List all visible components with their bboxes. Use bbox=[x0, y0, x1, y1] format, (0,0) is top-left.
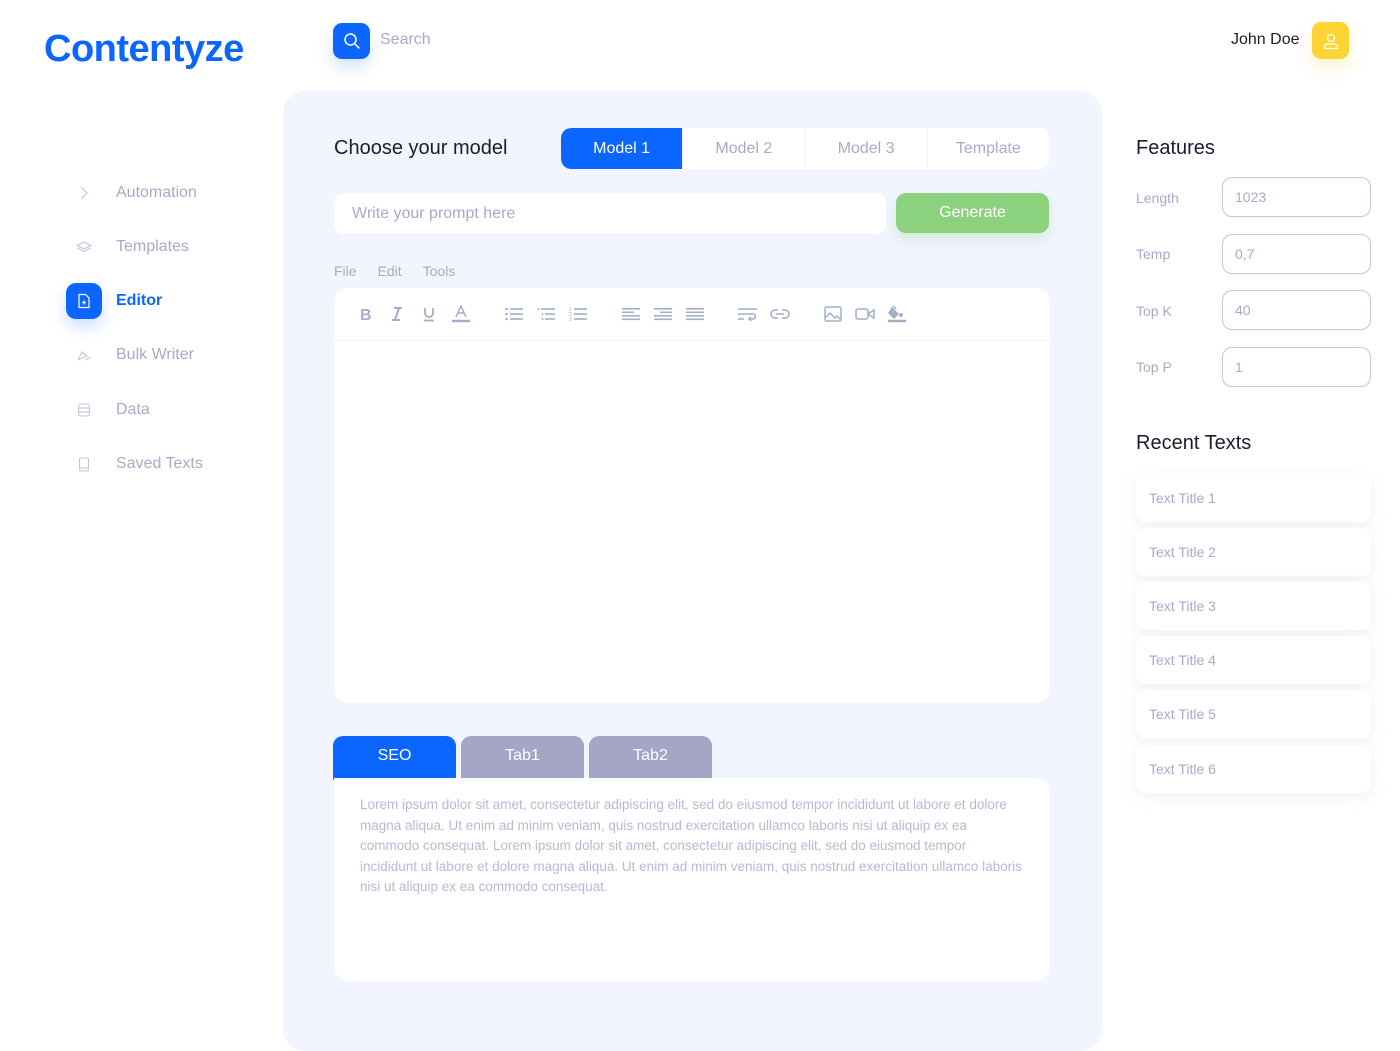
temp-input[interactable] bbox=[1222, 234, 1371, 274]
top-p-input[interactable] bbox=[1222, 347, 1371, 387]
pen-icon bbox=[77, 351, 92, 361]
search-button[interactable] bbox=[333, 23, 370, 59]
underline-icon bbox=[424, 308, 434, 322]
bullet-list-icon bbox=[505, 307, 523, 321]
text-wrap-icon bbox=[738, 308, 757, 321]
tab-tab1[interactable]: Tab1 bbox=[461, 736, 584, 780]
link-icon bbox=[770, 309, 790, 319]
sidebar-item-saved-texts[interactable]: Saved Texts bbox=[66, 446, 203, 482]
italic-icon bbox=[392, 307, 402, 321]
editor-menu-bar: File Edit Tools bbox=[334, 263, 455, 279]
top-k-label: Top K bbox=[1136, 303, 1172, 319]
underline-button[interactable] bbox=[413, 300, 445, 328]
tab-seo[interactable]: SEO bbox=[333, 736, 456, 780]
sidebar-item-label: Saved Texts bbox=[116, 455, 203, 472]
align-left-icon bbox=[622, 308, 640, 321]
user-name: John Doe bbox=[1231, 31, 1300, 48]
numbered-list-icon: 123 bbox=[569, 307, 587, 322]
tab-model-2[interactable]: Model 2 bbox=[683, 128, 806, 169]
seo-text: Lorem ipsum dolor sit amet, consectetur … bbox=[360, 797, 1022, 895]
choose-model-title: Choose your model bbox=[334, 137, 508, 159]
image-icon bbox=[824, 306, 842, 322]
indent-list-button[interactable] bbox=[530, 300, 562, 328]
sidebar-item-templates[interactable]: Templates bbox=[66, 229, 189, 265]
svg-text:B: B bbox=[360, 307, 372, 322]
seo-panel: Lorem ipsum dolor sit amet, consectetur … bbox=[334, 778, 1050, 981]
avatar[interactable] bbox=[1312, 22, 1349, 59]
sidebar-item-automation[interactable]: Automation bbox=[66, 175, 197, 211]
model-tabs: Model 1 Model 2 Model 3 Template bbox=[561, 128, 1049, 169]
tab-template[interactable]: Template bbox=[928, 128, 1049, 169]
app-logo: Contentyze bbox=[44, 28, 244, 70]
layers-icon bbox=[76, 241, 92, 253]
bottom-tabs: SEO Tab1 Tab2 bbox=[333, 736, 712, 780]
chevron-right-icon bbox=[80, 186, 88, 200]
bold-icon: B bbox=[360, 307, 372, 322]
sidebar-item-editor[interactable]: Editor bbox=[66, 283, 162, 319]
top-k-input[interactable] bbox=[1222, 290, 1371, 330]
align-left-button[interactable] bbox=[615, 300, 647, 328]
align-right-button[interactable] bbox=[647, 300, 679, 328]
sidebar-item-label: Automation bbox=[116, 184, 197, 201]
video-icon bbox=[855, 308, 875, 320]
recent-text-item[interactable]: Text Title 6 bbox=[1136, 745, 1371, 793]
link-button[interactable] bbox=[764, 300, 796, 328]
text-editor: B 123 bbox=[334, 288, 1050, 703]
sidebar-item-label: Bulk Writer bbox=[116, 346, 194, 363]
prompt-input[interactable] bbox=[334, 193, 886, 234]
recent-texts-title: Recent Texts bbox=[1136, 432, 1252, 454]
generate-button[interactable]: Generate bbox=[896, 193, 1049, 233]
video-button[interactable] bbox=[849, 300, 881, 328]
length-label: Length bbox=[1136, 190, 1179, 206]
length-input[interactable] bbox=[1222, 177, 1371, 217]
text-color-button[interactable] bbox=[445, 300, 477, 328]
sidebar-item-label: Data bbox=[116, 401, 150, 418]
recent-text-item[interactable]: Text Title 1 bbox=[1136, 474, 1371, 522]
bullet-list-button[interactable] bbox=[498, 300, 530, 328]
recent-text-item[interactable]: Text Title 3 bbox=[1136, 582, 1371, 630]
numbered-list-button[interactable]: 123 bbox=[562, 300, 594, 328]
editor-toolbar: B 123 bbox=[334, 288, 1050, 341]
search-icon bbox=[343, 33, 360, 49]
menu-file[interactable]: File bbox=[334, 263, 357, 279]
fill-color-button[interactable] bbox=[881, 300, 913, 328]
image-button[interactable] bbox=[817, 300, 849, 328]
justify-button[interactable] bbox=[679, 300, 711, 328]
tab-tab2[interactable]: Tab2 bbox=[589, 736, 712, 780]
document-icon bbox=[78, 293, 90, 309]
indent-list-icon bbox=[537, 308, 555, 320]
justify-icon bbox=[686, 308, 704, 321]
database-icon bbox=[77, 403, 91, 417]
book-icon bbox=[78, 456, 90, 472]
menu-tools[interactable]: Tools bbox=[423, 263, 456, 279]
user-icon bbox=[1323, 33, 1338, 49]
sidebar-item-label: Editor bbox=[116, 292, 163, 309]
sidebar-item-bulk-writer[interactable]: Bulk Writer bbox=[66, 337, 194, 373]
italic-button[interactable] bbox=[381, 300, 413, 328]
search-label[interactable]: Search bbox=[380, 31, 431, 49]
top-p-label: Top P bbox=[1136, 359, 1172, 375]
temp-label: Temp bbox=[1136, 246, 1171, 262]
editor-content-area[interactable] bbox=[334, 341, 1050, 701]
sidebar-item-data[interactable]: Data bbox=[66, 392, 150, 428]
text-wrap-button[interactable] bbox=[732, 300, 764, 328]
svg-text:3: 3 bbox=[569, 317, 572, 322]
tab-model-1[interactable]: Model 1 bbox=[561, 128, 684, 169]
bold-button[interactable]: B bbox=[349, 300, 381, 328]
fill-color-icon bbox=[888, 305, 906, 323]
menu-edit[interactable]: Edit bbox=[378, 263, 402, 279]
recent-text-item[interactable]: Text Title 5 bbox=[1136, 690, 1371, 738]
align-right-icon bbox=[654, 308, 672, 321]
text-color-icon bbox=[452, 305, 470, 323]
sidebar-item-label: Templates bbox=[116, 238, 189, 255]
features-title: Features bbox=[1136, 137, 1215, 159]
recent-text-item[interactable]: Text Title 2 bbox=[1136, 528, 1371, 576]
tab-model-3[interactable]: Model 3 bbox=[806, 128, 928, 169]
recent-text-item[interactable]: Text Title 4 bbox=[1136, 636, 1371, 684]
